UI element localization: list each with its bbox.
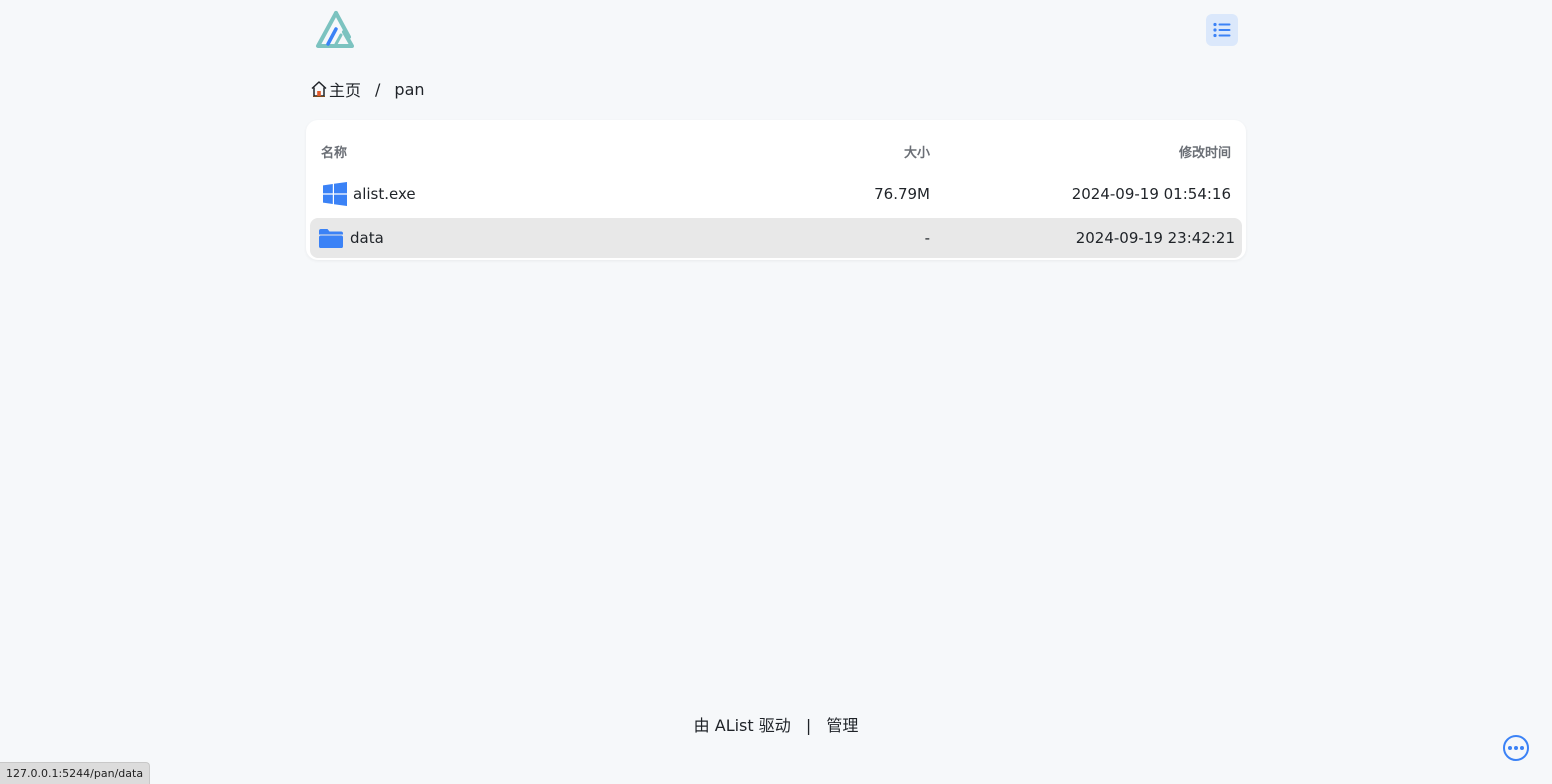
file-name: data xyxy=(350,229,384,247)
file-size: 76.79M xyxy=(874,185,930,203)
file-modified: 2024-09-19 23:42:21 xyxy=(1075,229,1235,247)
breadcrumb-separator: / xyxy=(375,79,381,99)
file-name: alist.exe xyxy=(353,185,416,203)
layout-toggle-button[interactable] xyxy=(1206,14,1238,46)
list-icon xyxy=(1213,22,1231,38)
manage-link[interactable]: 管理 xyxy=(826,716,858,735)
breadcrumb-item-pan[interactable]: pan xyxy=(394,80,424,99)
powered-by-link[interactable]: 由 AList 驱动 xyxy=(694,716,791,735)
footer: 由 AList 驱动 | 管理 xyxy=(0,712,1552,736)
file-list: 名称 大小 修改时间 alist.exe 76.79M 2024-09-19 0… xyxy=(306,120,1246,260)
file-list-header: 名称 大小 修改时间 xyxy=(310,124,1242,174)
file-row-alist-exe[interactable]: alist.exe 76.79M 2024-09-19 01:54:16 xyxy=(310,174,1242,214)
more-dots-icon xyxy=(1508,746,1524,750)
alist-logo-icon[interactable] xyxy=(314,10,358,50)
footer-separator: | xyxy=(805,716,812,735)
breadcrumb: 主页 / pan xyxy=(310,76,425,102)
more-options-button[interactable] xyxy=(1503,735,1529,761)
file-modified: 2024-09-19 01:54:16 xyxy=(1071,185,1231,203)
breadcrumb-home-label: 主页 xyxy=(329,81,362,100)
breadcrumb-home[interactable]: 主页 xyxy=(310,77,361,101)
home-icon xyxy=(310,80,328,98)
page: 主页 / pan 名称 大小 修改时间 alist.exe 76.79M 202… xyxy=(0,0,1552,784)
column-header-name[interactable]: 名称 xyxy=(321,142,347,161)
file-row-data[interactable]: data - 2024-09-19 23:42:21 xyxy=(310,218,1242,258)
status-bar-url: 127.0.0.1:5244/pan/data xyxy=(0,762,151,784)
windows-icon xyxy=(322,181,348,207)
header xyxy=(306,0,1246,64)
file-size: - xyxy=(924,229,930,247)
folder-icon xyxy=(318,225,344,251)
column-header-size[interactable]: 大小 xyxy=(904,142,930,161)
column-header-modified[interactable]: 修改时间 xyxy=(1179,142,1231,161)
